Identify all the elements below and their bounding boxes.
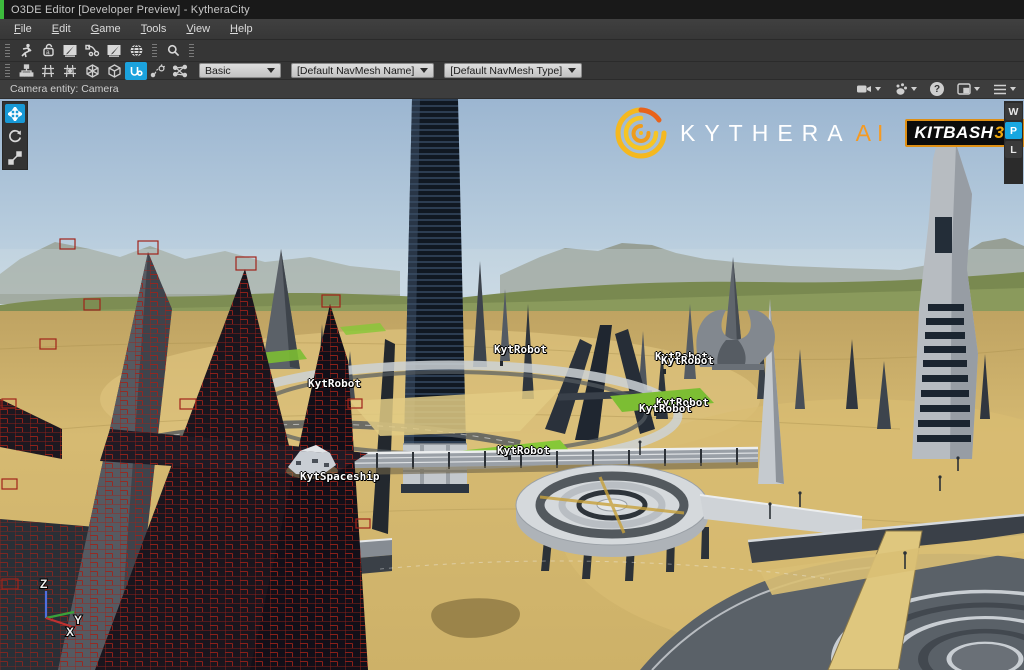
axis-y-label: Y (74, 613, 82, 627)
menu-game[interactable]: Game (81, 20, 131, 38)
menu-file[interactable]: File (4, 20, 42, 38)
ui-editor-icon[interactable] (59, 42, 81, 60)
toolbar-primary: a (0, 40, 1024, 62)
entity-label: KytSpaceship (300, 470, 379, 483)
path-debug-icon[interactable] (147, 62, 169, 80)
entity-label: KytRobot (639, 402, 692, 415)
kitbash-logo-text: KITBASH (914, 123, 993, 143)
grid-snap-icon[interactable] (59, 62, 81, 80)
kythera-logo-text: KYTHERA (680, 120, 852, 147)
chevron-down-icon (911, 87, 917, 91)
title-bar: O3DE Editor [Developer Preview] - Kyther… (0, 0, 1024, 19)
graph-icon[interactable] (169, 62, 191, 80)
chevron-down-icon (974, 87, 980, 91)
chevron-down-icon (568, 68, 576, 73)
toolbar-grip[interactable] (5, 64, 10, 78)
axis-z-label: Z (40, 578, 47, 591)
scale-tool-icon[interactable] (5, 148, 25, 167)
toolbar-secondary: Basic [Default NavMesh Name] [Default Na… (0, 62, 1024, 80)
transform-toolbar (2, 101, 28, 170)
chevron-down-icon (420, 68, 428, 73)
entity-label: KytRobot (494, 343, 547, 356)
entity-label: KytRobot (497, 444, 550, 457)
menu-tools[interactable]: Tools (131, 20, 177, 38)
material-editor-icon[interactable] (103, 42, 125, 60)
rotate-tool-icon[interactable] (5, 126, 25, 145)
chevron-down-icon (875, 87, 881, 91)
chevron-down-icon (267, 68, 275, 73)
local-space-button[interactable]: L (1005, 141, 1022, 158)
svg-text:a: a (46, 49, 50, 56)
toolbar-grip[interactable] (152, 44, 157, 58)
entity-label: KytRobot (661, 354, 714, 367)
title-accent-stripe (0, 0, 4, 19)
navmesh-type-value: [Default NavMesh Type] (450, 65, 562, 77)
display-options-icon[interactable] (957, 83, 980, 95)
o3de-editor-window: O3DE Editor [Developer Preview] - Kyther… (0, 0, 1024, 670)
navmesh-name-dropdown[interactable]: [Default NavMesh Name] (291, 63, 434, 78)
parent-space-button[interactable]: P (1005, 122, 1022, 139)
world-space-button[interactable]: W (1005, 103, 1022, 120)
toolbar-grip[interactable] (189, 44, 194, 58)
axis-gizmo: Z Y X (28, 578, 92, 642)
grid-icon[interactable] (37, 62, 59, 80)
hierarchy-icon[interactable] (15, 62, 37, 80)
space-toggle-toolbar: W P L (1004, 101, 1023, 184)
navmesh-name-value: [Default NavMesh Name] (297, 65, 414, 77)
axis-x-label: X (66, 625, 74, 639)
track-view-icon[interactable] (81, 42, 103, 60)
help-icon[interactable]: ? (930, 82, 944, 96)
viewport-menu-icon[interactable] (993, 84, 1016, 95)
entity-label: KytRobot (308, 377, 361, 390)
viewport-header: Camera entity: Camera ? (0, 80, 1024, 99)
camera-entity-label: Camera entity: Camera (10, 83, 119, 95)
navmesh-volume-icon[interactable] (103, 62, 125, 80)
global-preferences-icon[interactable] (125, 42, 147, 60)
kythera-mode-value: Basic (205, 65, 231, 77)
menu-edit[interactable]: Edit (42, 20, 81, 38)
menu-help[interactable]: Help (220, 20, 263, 38)
kythera-logo-icon (612, 107, 670, 159)
kythera-logo-ai: AI (856, 120, 890, 147)
play-game-icon[interactable] (15, 42, 37, 60)
search-icon[interactable] (162, 42, 184, 60)
chevron-down-icon (1010, 87, 1016, 91)
kythera-ai-icon[interactable] (125, 62, 147, 80)
navmesh-type-dropdown[interactable]: [Default NavMesh Type] (444, 63, 582, 78)
navmesh-icon[interactable] (81, 62, 103, 80)
debug-draw-icon[interactable] (894, 83, 917, 96)
scene-render (0, 99, 1024, 670)
menu-bar: File Edit Game Tools View Help (0, 19, 1024, 40)
camera-select-icon[interactable] (856, 83, 881, 95)
branding-overlay: KYTHERA AI KITBASH 3D (612, 107, 1024, 159)
viewport-3d[interactable]: KYTHERA AI KITBASH 3D (0, 99, 1024, 670)
toolbar-grip[interactable] (5, 44, 10, 58)
menu-view[interactable]: View (176, 20, 220, 38)
window-title: O3DE Editor [Developer Preview] - Kyther… (11, 4, 250, 16)
simulate-physics-icon[interactable]: a (37, 42, 59, 60)
move-tool-icon[interactable] (5, 104, 25, 123)
kythera-mode-dropdown[interactable]: Basic (199, 63, 281, 78)
